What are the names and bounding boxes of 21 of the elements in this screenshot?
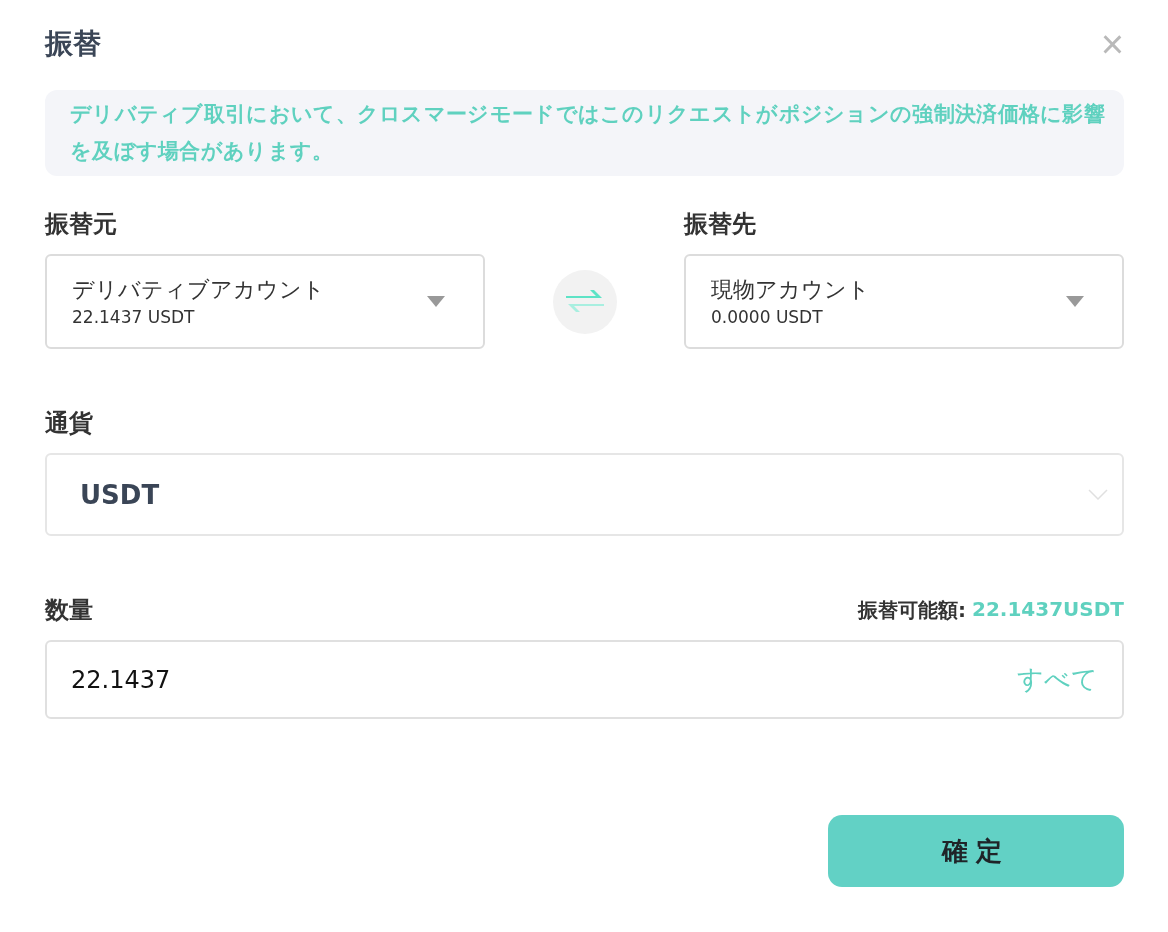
dialog-title: 振替 xyxy=(45,26,101,62)
account-name: デリバティブアカウント xyxy=(72,275,325,304)
currency-select[interactable]: USDT xyxy=(45,453,1124,536)
dropdown-triangle-icon xyxy=(1066,296,1084,307)
field-label: 振替先 xyxy=(684,209,757,240)
field-label: 数量 xyxy=(45,595,93,626)
account-select[interactable]: 現物アカウント 0.0000 USDT xyxy=(684,254,1124,349)
confirm-button[interactable]: 確定 xyxy=(828,815,1124,887)
swap-arrows-icon xyxy=(565,288,604,315)
account-name: 現物アカウント xyxy=(711,275,870,304)
field-label: 通貨 xyxy=(45,408,94,439)
available-label: 振替可能額: xyxy=(858,596,966,624)
amount-field[interactable]: 22.1437 すべて xyxy=(45,640,1124,719)
field-label: 振替元 xyxy=(45,209,118,240)
account-balance: 22.1437 USDT xyxy=(72,305,196,329)
dropdown-triangle-icon xyxy=(427,296,445,307)
account-balance: 0.0000 USDT xyxy=(711,305,824,329)
account-select[interactable]: デリバティブアカウント 22.1437 USDT xyxy=(45,254,485,349)
chevron-down-icon xyxy=(1088,489,1108,500)
available-amount: 22.1437USDT xyxy=(972,596,1124,623)
notice-message: デリバティブ取引において、クロスマージモードではこのリクエストがポジションの強制決済価格に影響を及ぼす場合があります。 xyxy=(45,90,1124,176)
